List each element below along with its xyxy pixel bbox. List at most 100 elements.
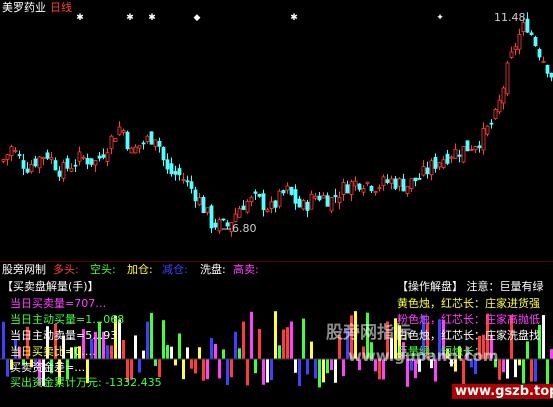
volume-bar [142,350,145,359]
volume-bar [278,345,281,359]
candlestick [157,137,162,153]
legend-sell-high: 高卖: [233,263,259,276]
volume-bar [162,320,165,359]
candlestick [213,218,218,230]
candlestick [141,140,146,150]
candlestick [57,166,62,181]
volume-bar [242,321,245,359]
candlestick [357,183,362,192]
candlestick [393,175,398,190]
candlestick [293,184,298,210]
volume-bar [302,318,305,359]
candlestick [285,182,290,194]
legend-wash: 洗盘: [200,263,226,276]
candlestick [1,158,6,164]
volume-bar [190,359,193,369]
candlestick [301,198,306,211]
volume-bar [330,359,333,371]
volume-bar [502,359,505,373]
volume-bar [506,359,509,379]
candlestick [385,174,390,185]
candlestick [249,195,254,207]
candlestick [417,173,422,180]
candlestick [161,146,166,167]
candlestick [13,147,18,154]
candlestick [497,94,502,115]
volume-bar [2,321,5,359]
volume-bar [270,359,273,381]
candlestick [29,159,34,174]
candlestick [25,162,30,174]
volume-bar [322,359,325,383]
candlestick [217,217,222,234]
volume-bar [318,359,321,388]
volume-bar [262,359,265,385]
candlestick [177,164,182,181]
candlestick [525,12,530,33]
volume-bar [246,359,249,386]
volume-bar [110,345,113,359]
candlestick [509,46,514,59]
volume-bar [234,331,237,359]
volume-bar [542,315,545,359]
candlestick [69,163,74,173]
volume-bar [202,359,205,381]
volume-bar [134,335,137,359]
info-right-line-2: 粉色烛，红芯长：庄家高抛低 [397,313,540,326]
candlestick [173,165,178,181]
candlestick [533,35,538,47]
candlestick [137,145,142,154]
candlestick [401,173,406,192]
candlestick [49,152,54,165]
legend-add: 加仓: [127,263,153,276]
volume-bar [334,359,337,383]
candlestick [201,195,206,214]
candlestick [409,178,414,193]
candlestick [441,156,446,170]
info-right-line-1: 黄色烛，红芯长：庄家进货强 [397,297,540,310]
signal-marker: ✱ [148,13,156,23]
candlestick [153,139,158,151]
volume-bar [226,359,229,385]
candlestick [241,200,246,210]
candlestick [61,159,66,182]
volume-bar [534,359,537,382]
volume-bar [174,359,177,366]
candlestick [245,199,250,214]
indicator-name: 股旁网制 [2,263,46,276]
candlestick [389,175,394,190]
candlestick-price-chart[interactable]: ✱ ✱ ✱ ◆ ✱ ✦ [0,0,553,262]
volume-bar [178,333,181,359]
candlestick [273,199,278,213]
candlestick [501,85,506,110]
volume-bar [158,359,161,378]
volume-bar [306,359,309,375]
candlestick [489,119,494,129]
candlestick [209,204,214,234]
candlestick [465,140,470,152]
candlestick [381,174,386,191]
candlestick [253,189,258,201]
candlestick [425,161,430,179]
candlestick [45,149,50,160]
candlestick [121,128,126,136]
volume-bar [206,359,209,380]
volume-bar [182,359,185,380]
volume-bar [266,359,269,383]
watermark-text: 股旁网指标 [326,323,411,343]
candlestick [257,193,262,198]
candlestick [269,196,274,214]
candlestick [345,180,350,194]
candlestick [333,188,338,203]
candlestick [433,153,438,173]
volume-bar [298,359,301,387]
candlestick [325,192,330,207]
volume-bar [186,347,189,359]
candlestick [421,160,426,177]
candlestick [505,60,510,97]
candlestick [17,150,22,159]
candlestick [513,42,518,56]
candlestick [493,107,498,120]
candlestick [185,175,190,187]
volume-bar [194,359,197,374]
